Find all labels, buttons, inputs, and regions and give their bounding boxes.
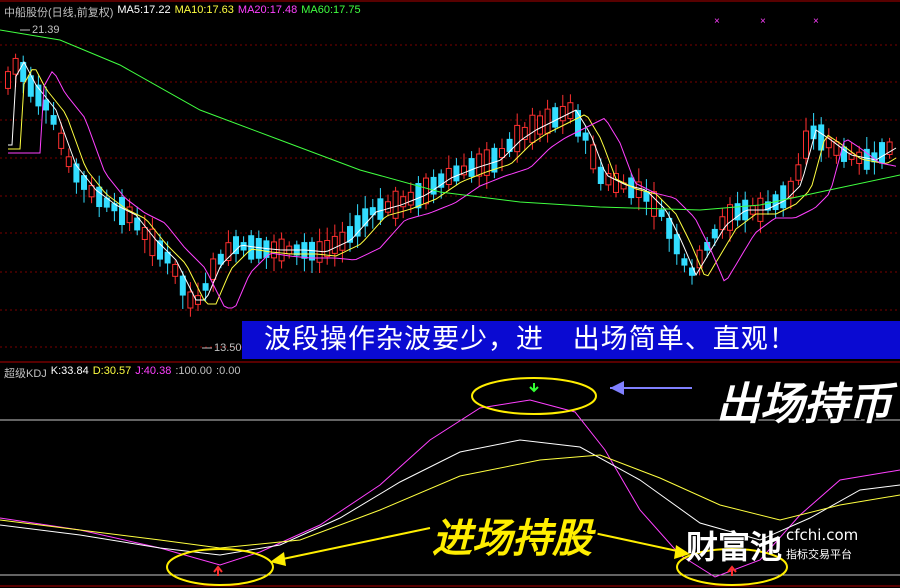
entry-pointer-left	[277, 527, 431, 561]
candle-body	[453, 165, 460, 182]
watermark-site: cfchi.com	[786, 526, 859, 544]
candle-body	[240, 242, 247, 251]
watermark-slogan: 指标交易平台	[786, 548, 852, 561]
candle-body	[50, 115, 57, 125]
entry-ellipse-left	[166, 548, 274, 586]
candle-body	[537, 115, 543, 135]
candle-body	[12, 57, 19, 75]
candle-body	[567, 102, 574, 120]
ma5-line	[8, 60, 897, 301]
stock-chart-window: × × × 中船股份(日线,前复权) MA5:17.22 MA10:17.63 MA…	[0, 0, 900, 588]
candle-body	[658, 209, 665, 217]
candle-body	[711, 228, 718, 239]
entry-pointer-right	[579, 529, 683, 553]
candle-body	[423, 177, 429, 205]
ma10-readout: MA10:17.63	[174, 4, 234, 16]
candle-body	[172, 263, 179, 277]
candle-body	[217, 253, 224, 265]
stock-title: 中船股份(日线,前复权)	[4, 7, 114, 19]
candle-body	[377, 198, 384, 220]
candle-body	[559, 105, 566, 122]
price-gridlines	[0, 44, 900, 348]
candle-body	[544, 108, 551, 134]
candle-body	[415, 183, 422, 209]
exit-label: 出场持币	[716, 379, 892, 430]
candle-body	[339, 231, 346, 251]
candle-body	[385, 201, 391, 213]
high-price-label: 21.39	[32, 24, 60, 36]
candle-body	[780, 185, 787, 209]
candle-body	[134, 217, 141, 231]
candle-body	[179, 275, 186, 296]
price-header: 中船股份(日线,前复权) MA5:17.22 MA10:17.63 MA20:1…	[4, 4, 361, 20]
candle-body	[681, 258, 688, 266]
candle-body	[248, 235, 255, 260]
candle-body	[582, 132, 589, 141]
candle-body	[727, 204, 733, 231]
candle-body	[613, 173, 619, 193]
kdj-k-readout: K:33.84	[50, 365, 89, 377]
candle-body	[407, 191, 414, 206]
candle-body	[141, 227, 148, 240]
ma10-line	[8, 69, 897, 305]
candle-body	[324, 240, 331, 258]
candle-body	[590, 144, 597, 170]
ma20-line	[8, 70, 897, 309]
candle-body	[468, 158, 475, 177]
candle-body	[445, 167, 452, 185]
candle-body	[651, 191, 657, 217]
candle-body	[96, 186, 103, 208]
chart-canvas[interactable]: × × ×	[0, 0, 900, 588]
strategy-banner: 波段操作杂波要少，进 出场简单、直观！	[242, 321, 900, 359]
candle-body	[605, 173, 612, 186]
candle-body	[552, 107, 559, 128]
kdj-upper-readout: :100.00	[175, 365, 213, 377]
ma20-readout: MA20:17.48	[237, 4, 298, 16]
signal-marks: × × ×	[20, 16, 819, 586]
candle-body	[597, 166, 604, 184]
kdj-j-readout: J:40.38	[135, 365, 172, 377]
candle-body	[187, 291, 194, 309]
candle-body	[331, 235, 338, 254]
kdj-title: 超级KDJ	[4, 368, 47, 380]
candle-body	[210, 258, 217, 280]
candlesticks	[5, 53, 893, 317]
low-price-label: 13.50	[214, 342, 242, 354]
candle-body	[43, 99, 49, 111]
sell-cross-icon: ×	[714, 16, 720, 27]
candle-body	[529, 114, 536, 143]
sell-cross-icon: ×	[813, 16, 819, 27]
candle-body	[255, 238, 262, 259]
candle-body	[58, 132, 65, 149]
exit-pointer-arrowhead	[610, 381, 624, 395]
candle-body	[499, 148, 505, 158]
candle-body	[65, 156, 72, 168]
entry-label: 进场持股	[432, 516, 592, 562]
candle-body	[5, 71, 11, 89]
candle-body	[666, 217, 673, 239]
sell-cross-icon: ×	[760, 16, 766, 27]
candle-body	[673, 234, 680, 255]
candle-body	[879, 142, 885, 164]
kdj-d-readout: D:30.57	[92, 365, 132, 377]
kdj-header: 超级KDJ K:33.84 D:30.57 J:40.38 :100.00 :0…	[4, 365, 241, 381]
candle-body	[73, 163, 80, 183]
watermark-name: 财富池	[686, 528, 783, 566]
sell-arrow-icon	[529, 383, 539, 393]
candle-body	[20, 61, 27, 82]
ma60-readout: MA60:17.75	[301, 4, 361, 16]
candle-body	[643, 191, 650, 202]
candle-body	[803, 130, 809, 159]
kdj-lower-readout: :0.00	[216, 365, 241, 377]
candle-body	[795, 164, 802, 181]
ma5-readout: MA5:17.22	[117, 4, 171, 16]
candle-body	[119, 196, 125, 226]
candle-body	[476, 153, 483, 177]
candle-body	[202, 283, 209, 291]
candle-body	[514, 124, 521, 153]
